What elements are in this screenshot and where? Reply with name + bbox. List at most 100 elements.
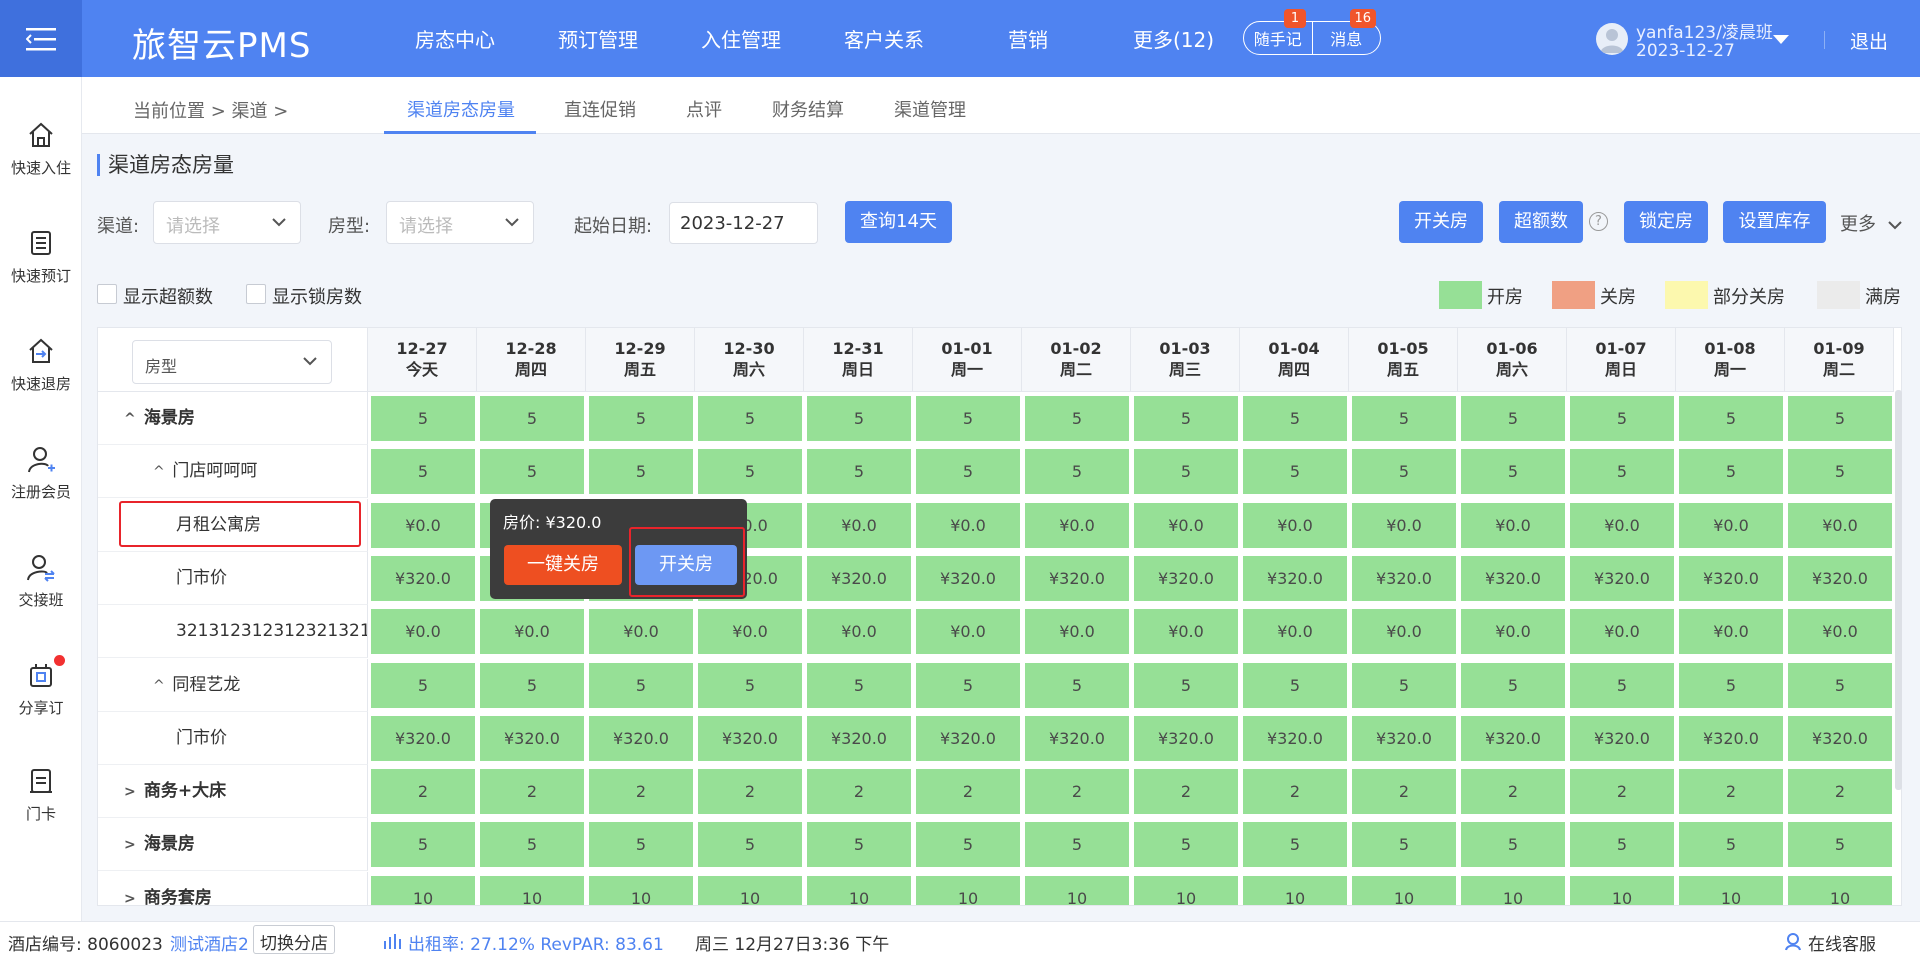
- grid-cell[interactable]: 5: [1134, 449, 1238, 494]
- grid-cell[interactable]: ¥0.0: [916, 609, 1020, 654]
- grid-cell[interactable]: 10: [1461, 876, 1565, 905]
- roomtype-select[interactable]: 请选择: [386, 201, 534, 244]
- grid-cell[interactable]: ¥0.0: [1352, 609, 1456, 654]
- grid-cell[interactable]: 10: [1134, 876, 1238, 905]
- grid-cell[interactable]: 5: [1788, 822, 1892, 867]
- online-service-link[interactable]: 在线客服: [1808, 930, 1876, 955]
- grid-cell[interactable]: ¥0.0: [1679, 503, 1783, 548]
- menu-toggle-button[interactable]: [0, 0, 82, 77]
- show-locked-checkbox[interactable]: [246, 284, 266, 304]
- grid-cell[interactable]: 5: [371, 449, 475, 494]
- grid-cell[interactable]: 10: [916, 876, 1020, 905]
- grid-cell[interactable]: 5: [589, 663, 693, 708]
- grid-cell[interactable]: 5: [916, 449, 1020, 494]
- grid-cell[interactable]: 5: [589, 822, 693, 867]
- grid-cell[interactable]: ¥0.0: [1243, 503, 1347, 548]
- grid-cell[interactable]: 5: [698, 449, 802, 494]
- grid-cell[interactable]: 2: [1570, 769, 1674, 814]
- grid-cell[interactable]: ¥0.0: [1570, 503, 1674, 548]
- nav-more[interactable]: 更多(12): [1133, 24, 1214, 53]
- grid-cell[interactable]: 5: [1243, 822, 1347, 867]
- grid-cell[interactable]: 5: [1352, 663, 1456, 708]
- grid-cell[interactable]: 2: [589, 769, 693, 814]
- grid-cell[interactable]: 10: [1570, 876, 1674, 905]
- grid-cell[interactable]: ¥0.0: [698, 609, 802, 654]
- grid-cell[interactable]: 5: [480, 449, 584, 494]
- grid-cell[interactable]: 2: [1134, 769, 1238, 814]
- grid-cell[interactable]: 5: [1352, 822, 1456, 867]
- start-date-input[interactable]: 2023-12-27: [669, 202, 818, 244]
- grid-cell[interactable]: 2: [1461, 769, 1565, 814]
- grid-cell[interactable]: ¥0.0: [1461, 609, 1565, 654]
- grid-cell[interactable]: 2: [371, 769, 475, 814]
- grid-cell[interactable]: 2: [480, 769, 584, 814]
- query-14-days-button[interactable]: 查询14天: [845, 201, 952, 243]
- grid-cell[interactable]: 5: [1788, 449, 1892, 494]
- sidebar-item-quick-checkin[interactable]: 快速入住: [0, 120, 82, 178]
- grid-cell[interactable]: ¥320.0: [1134, 556, 1238, 601]
- notes-button[interactable]: 随手记 1: [1244, 9, 1312, 54]
- tab-reviews[interactable]: 点评: [686, 96, 722, 122]
- grid-cell[interactable]: 5: [589, 396, 693, 441]
- grid-cell[interactable]: ¥320.0: [1352, 716, 1456, 761]
- grid-cell[interactable]: ¥0.0: [371, 503, 475, 548]
- popover-open-close-button[interactable]: 开关房: [635, 545, 737, 585]
- grid-cell[interactable]: 5: [1788, 663, 1892, 708]
- nav-crm[interactable]: 客户关系: [844, 24, 924, 53]
- grid-cell[interactable]: ¥0.0: [480, 609, 584, 654]
- grid-cell[interactable]: 5: [1679, 449, 1783, 494]
- one-click-close-button[interactable]: 一键关房: [504, 545, 622, 585]
- grid-cell[interactable]: 10: [1352, 876, 1456, 905]
- grid-cell[interactable]: 5: [1352, 449, 1456, 494]
- grid-cell[interactable]: 5: [1679, 663, 1783, 708]
- grid-cell[interactable]: ¥0.0: [1025, 503, 1129, 548]
- sidebar-item-share-order[interactable]: 分享订: [0, 655, 82, 718]
- grid-cell[interactable]: 2: [1025, 769, 1129, 814]
- grid-cell[interactable]: ¥0.0: [1243, 609, 1347, 654]
- grid-cell[interactable]: 10: [1788, 876, 1892, 905]
- grid-cell[interactable]: 2: [916, 769, 1020, 814]
- grid-cell[interactable]: 5: [1679, 822, 1783, 867]
- grid-cell[interactable]: ¥320.0: [1243, 716, 1347, 761]
- grid-cell[interactable]: 5: [1134, 822, 1238, 867]
- grid-cell[interactable]: ¥320.0: [1570, 556, 1674, 601]
- grid-cell[interactable]: 5: [916, 822, 1020, 867]
- roomtype-column-select[interactable]: 房型: [132, 340, 332, 384]
- grid-cell[interactable]: 5: [1134, 396, 1238, 441]
- nav-checkin[interactable]: 入住管理: [701, 24, 781, 53]
- grid-cell[interactable]: 5: [916, 396, 1020, 441]
- help-icon[interactable]: ?: [1589, 212, 1608, 231]
- grid-cell[interactable]: ¥320.0: [1461, 556, 1565, 601]
- grid-cell[interactable]: 5: [1134, 663, 1238, 708]
- grid-cell[interactable]: 2: [698, 769, 802, 814]
- grid-cell[interactable]: 5: [1243, 449, 1347, 494]
- grid-cell[interactable]: ¥0.0: [1025, 609, 1129, 654]
- grid-cell[interactable]: ¥0.0: [1134, 609, 1238, 654]
- grid-row-label[interactable]: ^ 同程艺龙: [98, 659, 368, 712]
- grid-cell[interactable]: 5: [1679, 396, 1783, 441]
- lock-room-button[interactable]: 锁定房: [1624, 201, 1708, 243]
- grid-cell[interactable]: 5: [1570, 396, 1674, 441]
- grid-cell[interactable]: 5: [1352, 396, 1456, 441]
- grid-cell[interactable]: 5: [371, 822, 475, 867]
- grid-cell[interactable]: 5: [807, 449, 911, 494]
- grid-cell[interactable]: 5: [807, 822, 911, 867]
- avatar[interactable]: [1596, 23, 1628, 55]
- chevron-right-icon[interactable]: >: [124, 766, 138, 817]
- grid-cell[interactable]: ¥0.0: [1679, 609, 1783, 654]
- grid-cell[interactable]: 5: [698, 822, 802, 867]
- grid-cell[interactable]: 5: [1461, 663, 1565, 708]
- nav-reservation[interactable]: 预订管理: [558, 24, 638, 53]
- sidebar-item-handover[interactable]: 交接班: [0, 552, 82, 610]
- grid-row-label[interactable]: 门市价: [98, 552, 368, 605]
- grid-cell[interactable]: 2: [1352, 769, 1456, 814]
- user-dropdown-caret-icon[interactable]: [1773, 35, 1789, 44]
- grid-cell[interactable]: 5: [1461, 449, 1565, 494]
- grid-cell[interactable]: ¥320.0: [480, 716, 584, 761]
- grid-cell[interactable]: ¥320.0: [1570, 716, 1674, 761]
- nav-room-status[interactable]: 房态中心: [415, 24, 495, 53]
- grid-cell[interactable]: ¥320.0: [1025, 716, 1129, 761]
- grid-row-label[interactable]: ^ 门店呵呵呵: [98, 445, 368, 498]
- grid-cell[interactable]: ¥320.0: [371, 716, 475, 761]
- chevron-up-icon[interactable]: ^: [153, 660, 167, 711]
